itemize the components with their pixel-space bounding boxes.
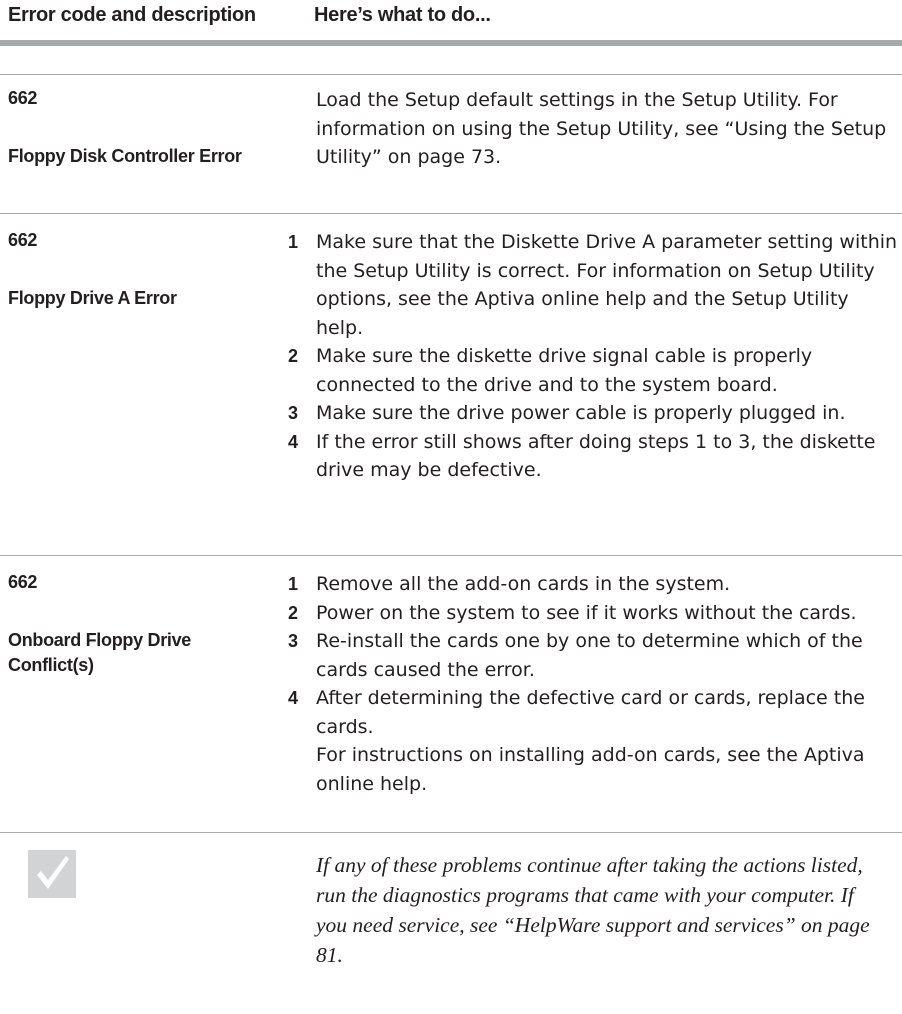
step-text: Make sure the diskette drive signal cabl… [316,345,813,396]
error-code: 662 [8,572,38,592]
row-divider [0,213,902,214]
step-number: 4 [288,431,299,452]
error-code: 662 [8,88,38,108]
step-text: For instructions on installing add-on ca… [316,744,865,795]
list-item: 3 Re-install the cards one by one to dete… [288,627,898,684]
step-number: 2 [288,346,299,366]
step-number: 3 [288,403,299,423]
error-description: Onboard Floppy Drive Conflict(s) [8,630,192,675]
step-text: Make sure that the Diskette Drive A para… [316,231,898,339]
list-item: 1 Make sure that the Diskette Drive A par… [288,228,898,342]
note-text: If any of these problems continue after … [316,853,870,967]
checkmark-icon [28,850,76,898]
step-number: 1 [288,232,299,252]
list-item: For instructions on installing add-on ca… [288,741,898,798]
list-item: 2 Make sure the diskette drive signal cab… [288,342,898,399]
step-number: 1 [288,574,299,594]
step-number: 2 [288,602,299,623]
error-description: Floppy Drive A Error [8,288,177,308]
step-number: 4 [288,688,299,708]
row-divider [0,555,902,556]
step-number: 3 [288,631,299,651]
header-what-to-do: Here’s what to do... [314,4,491,26]
step-list: 1 Remove all the add-on cards in the syst… [288,570,898,798]
step-text: Re-install the cards one by one to deter… [316,630,863,681]
list-item: 1 Remove all the add-on cards in the syst… [288,570,898,599]
list-item: 4 After determining the defective card or… [288,684,898,741]
instruction-text: Load the Setup default settings in the S… [316,89,887,168]
error-description: Floppy Disk Controller Error [8,146,242,166]
list-item: 2 Power on the system to see if it works … [288,599,898,628]
row-divider [0,74,902,75]
step-text: Make sure the drive power cable is prope… [316,402,846,424]
list-item: 3 Make sure the drive power cable is prop… [288,399,898,428]
step-text: Power on the system to see if it works w… [316,601,857,624]
error-code: 662 [8,230,38,250]
list-item: 4 If the error still shows after doing st… [288,428,898,485]
header-divider [0,40,902,46]
step-text: Remove all the add-on cards in the syste… [316,573,731,595]
step-text: If the error still shows after doing ste… [316,430,876,482]
step-text: After determining the defective card or … [316,687,865,738]
header-error-code-description: Error code and description [8,4,256,26]
row-divider [0,832,902,833]
step-list: 1 Make sure that the Diskette Drive A par… [288,228,898,485]
